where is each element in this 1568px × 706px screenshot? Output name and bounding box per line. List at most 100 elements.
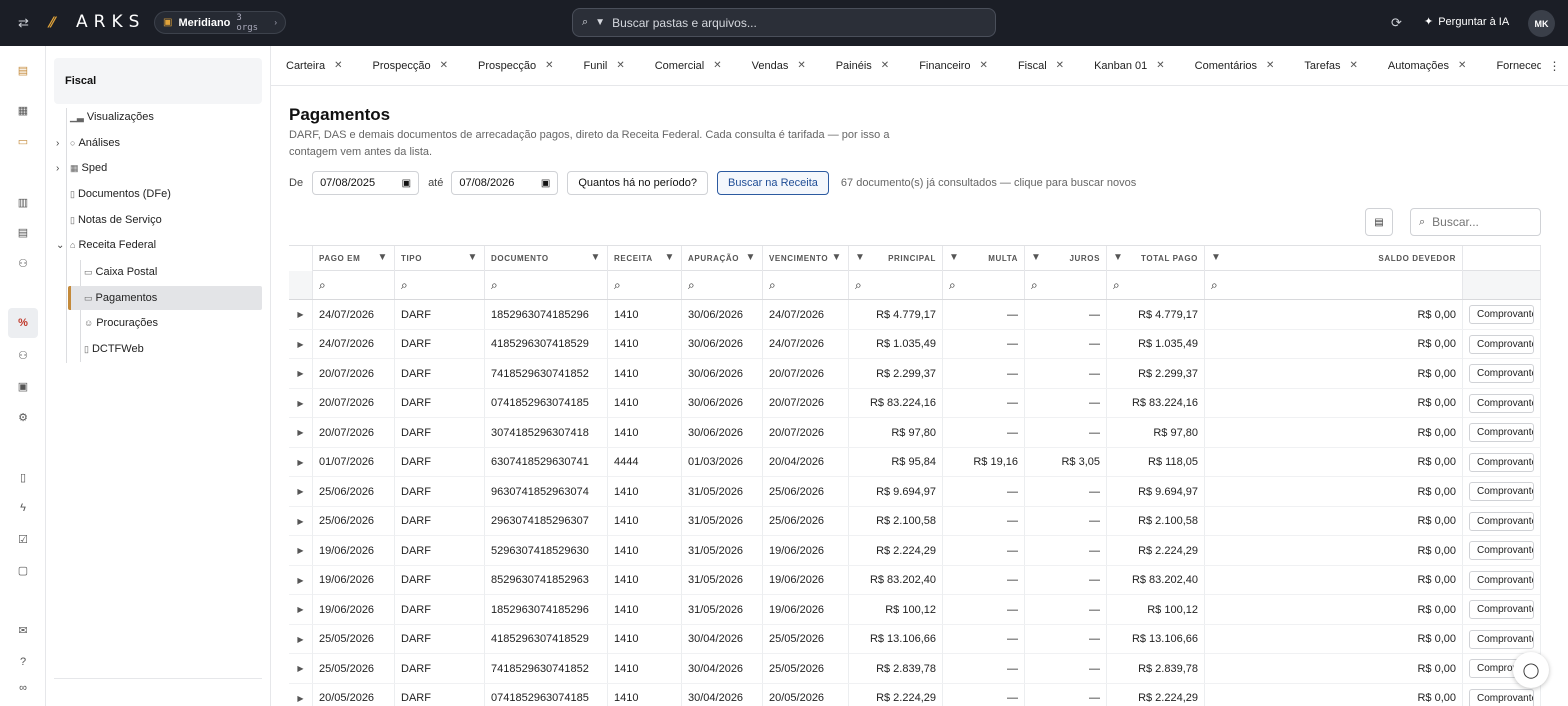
sidebar-item-notas-servico[interactable]: ▯ Notas de Serviço <box>70 210 162 230</box>
close-icon[interactable]: ✕ <box>1350 60 1358 71</box>
tab-item[interactable]: Comercial ✕ <box>640 46 737 85</box>
filter-icon[interactable]: ▼ <box>378 252 389 263</box>
tab-item[interactable]: Comentários ✕ <box>1180 46 1290 85</box>
table-row[interactable]: ▶ 19/06/2026 DARF 5296307418529630 1410 31/05… <box>289 536 1541 566</box>
close-icon[interactable]: ✕ <box>1266 60 1274 71</box>
export-icon[interactable]: ▤ <box>1365 208 1393 236</box>
filter-icon[interactable]: ▼ <box>1113 252 1124 263</box>
column-filter-input[interactable]: ⌕ <box>1205 271 1463 299</box>
comprovante-button[interactable]: Comprovante <box>1469 570 1534 590</box>
column-filter-input[interactable]: ⌕ <box>1025 271 1107 299</box>
table-row[interactable]: ▶ 20/07/2026 DARF 0741852963074185 1410 30/06… <box>289 388 1541 418</box>
table-row[interactable]: ▶ 20/05/2026 DARF 0741852963074185 1410 30/04… <box>289 683 1541 706</box>
tab-item[interactable]: Funil ✕ <box>568 46 639 85</box>
tab-item[interactable]: Prospecção ✕ <box>358 46 463 85</box>
close-icon[interactable]: ✕ <box>1458 60 1466 71</box>
close-icon[interactable]: ✕ <box>334 60 342 71</box>
chart-icon[interactable]: ▥ <box>13 192 33 212</box>
table-row[interactable]: ▶ 25/05/2026 DARF 4185296307418529 1410 30/04… <box>289 624 1541 654</box>
comprovante-button[interactable]: Comprovante <box>1469 364 1534 383</box>
comprovante-button[interactable]: Comprovante <box>1469 629 1534 649</box>
building-icon[interactable]: ▤ <box>13 60 33 80</box>
expand-row-icon[interactable]: ▶ <box>289 624 313 654</box>
close-icon[interactable]: ✕ <box>980 60 988 71</box>
table-row[interactable]: ▶ 24/07/2026 DARF 1852963074185296 1410 30/06… <box>289 300 1541 330</box>
chevron-down-icon[interactable]: ⌄ <box>56 240 64 251</box>
expand-row-icon[interactable]: ▶ <box>289 683 313 706</box>
close-icon[interactable]: ✕ <box>616 60 624 71</box>
tab-item[interactable]: Fiscal ✕ <box>1003 46 1079 85</box>
sidebar-item-visualizacoes[interactable]: ▁▃ Visualizações <box>70 107 154 127</box>
table-row[interactable]: ▶ 25/06/2026 DARF 2963074185296307 1410 31/05… <box>289 506 1541 536</box>
sidebar-item-documentos[interactable]: ▯ Documentos (DFe) <box>70 184 171 204</box>
sidebar-item-receita-federal[interactable]: ⌄ ⌂ Receita Federal <box>56 235 156 255</box>
expand-row-icon[interactable]: ▶ <box>289 388 313 418</box>
avatar[interactable]: MK <box>1528 10 1555 37</box>
expand-row-icon[interactable]: ▶ <box>289 300 313 329</box>
expand-row-icon[interactable]: ▶ <box>289 477 313 506</box>
table-search-input[interactable] <box>1432 215 1528 229</box>
expand-row-icon[interactable]: ▶ <box>289 536 313 565</box>
expand-row-icon[interactable]: ▶ <box>289 506 313 536</box>
bolt-icon[interactable]: ϟ <box>13 498 33 518</box>
expand-row-icon[interactable]: ▶ <box>289 595 313 624</box>
document-icon[interactable]: ▦ <box>13 100 33 120</box>
filter-icon[interactable]: ▼ <box>949 252 960 263</box>
sidebar-item-dctfweb[interactable]: ▯ DCTFWeb <box>84 339 144 359</box>
filter-icon[interactable]: ▼ <box>746 252 757 263</box>
expand-row-icon[interactable]: ▶ <box>289 359 313 388</box>
global-search[interactable]: ⌕ ▼ <box>572 8 996 37</box>
comprovante-button[interactable]: Comprovante <box>1469 482 1534 501</box>
user-group-icon[interactable]: ⚇ <box>13 345 33 365</box>
filter-icon[interactable]: ▼ <box>832 252 843 263</box>
table-row[interactable]: ▶ 19/06/2026 DARF 8529630741852963 1410 31/05… <box>289 565 1541 595</box>
checklist-icon[interactable]: ☑ <box>13 529 33 549</box>
filter-icon[interactable]: ▼ <box>1211 252 1222 263</box>
to-date-input[interactable]: 07/08/2026 ▣ <box>451 171 559 195</box>
ask-ai-button[interactable]: ✦ Perguntar à IA <box>1424 15 1509 29</box>
brand-logo[interactable]: ⫽ ARKS <box>48 12 145 32</box>
filter-icon[interactable]: ▼ <box>855 252 866 263</box>
link-icon[interactable]: ∞ <box>13 678 33 698</box>
folder-icon[interactable]: ▭ <box>13 131 33 151</box>
chat-icon[interactable]: ▢ <box>13 560 33 580</box>
settings-icon[interactable]: ⚙ <box>13 407 33 427</box>
tab-item[interactable]: Painéis ✕ <box>821 46 904 85</box>
refresh-icon[interactable]: ⟳ <box>1391 15 1402 31</box>
users-icon[interactable]: ⚇ <box>13 253 33 273</box>
org-switcher[interactable]: ▣ Meridiano 3 orgs › <box>154 11 286 34</box>
table-row[interactable]: ▶ 25/06/2026 DARF 9630741852963074 1410 31/05… <box>289 477 1541 507</box>
table-row[interactable]: ▶ 25/05/2026 DARF 7418529630741852 1410 30/04… <box>289 654 1541 684</box>
comprovante-button[interactable]: Comprovante <box>1469 541 1534 560</box>
filter-icon[interactable]: ▼ <box>591 252 602 263</box>
column-filter-input[interactable]: ⌕ <box>763 271 849 299</box>
sidebar-item-analises[interactable]: › ○ Análises <box>56 133 120 153</box>
tab-item[interactable]: Tarefas ✕ <box>1289 46 1372 85</box>
chevron-right-icon[interactable]: › <box>56 163 59 174</box>
table-search[interactable]: ⌕ <box>1410 208 1541 236</box>
column-filter-input[interactable]: ⌕ <box>682 271 763 299</box>
help-icon[interactable]: ? <box>13 652 33 672</box>
expand-row-icon[interactable]: ▶ <box>289 329 313 359</box>
table-row[interactable]: ▶ 19/06/2026 DARF 1852963074185296 1410 31/05… <box>289 595 1541 625</box>
from-date-input[interactable]: 07/08/2025 ▣ <box>312 171 420 195</box>
comprovante-button[interactable]: Comprovante <box>1469 511 1534 531</box>
expand-row-icon[interactable]: ▶ <box>289 418 313 447</box>
comprovante-button[interactable]: Comprovante <box>1469 600 1534 619</box>
tab-item[interactable]: Carteira ✕ <box>271 46 358 85</box>
comprovante-button[interactable]: Comprovante <box>1469 423 1534 442</box>
tab-item[interactable]: Vendas ✕ <box>737 46 821 85</box>
table-row[interactable]: ▶ 24/07/2026 DARF 4185296307418529 1410 30/06… <box>289 329 1541 359</box>
table-row[interactable]: ▶ 20/07/2026 DARF 7418529630741852 1410 30/06… <box>289 359 1541 389</box>
mail-icon[interactable]: ✉ <box>13 620 33 640</box>
chevron-right-icon[interactable]: › <box>56 138 59 149</box>
column-filter-input[interactable]: ⌕ <box>849 271 943 299</box>
calendar-icon[interactable]: ▣ <box>13 376 33 396</box>
book-icon[interactable]: ▯ <box>13 467 33 487</box>
sidebar-item-pagamentos[interactable]: ▭ Pagamentos <box>68 286 262 310</box>
chat-bubble-icon[interactable]: ◯ <box>1513 652 1549 688</box>
close-icon[interactable]: ✕ <box>545 60 553 71</box>
filter-icon[interactable]: ▼ <box>468 252 479 263</box>
tab-item[interactable]: Automações ✕ <box>1373 46 1482 85</box>
column-filter-input[interactable]: ⌕ <box>485 271 608 299</box>
